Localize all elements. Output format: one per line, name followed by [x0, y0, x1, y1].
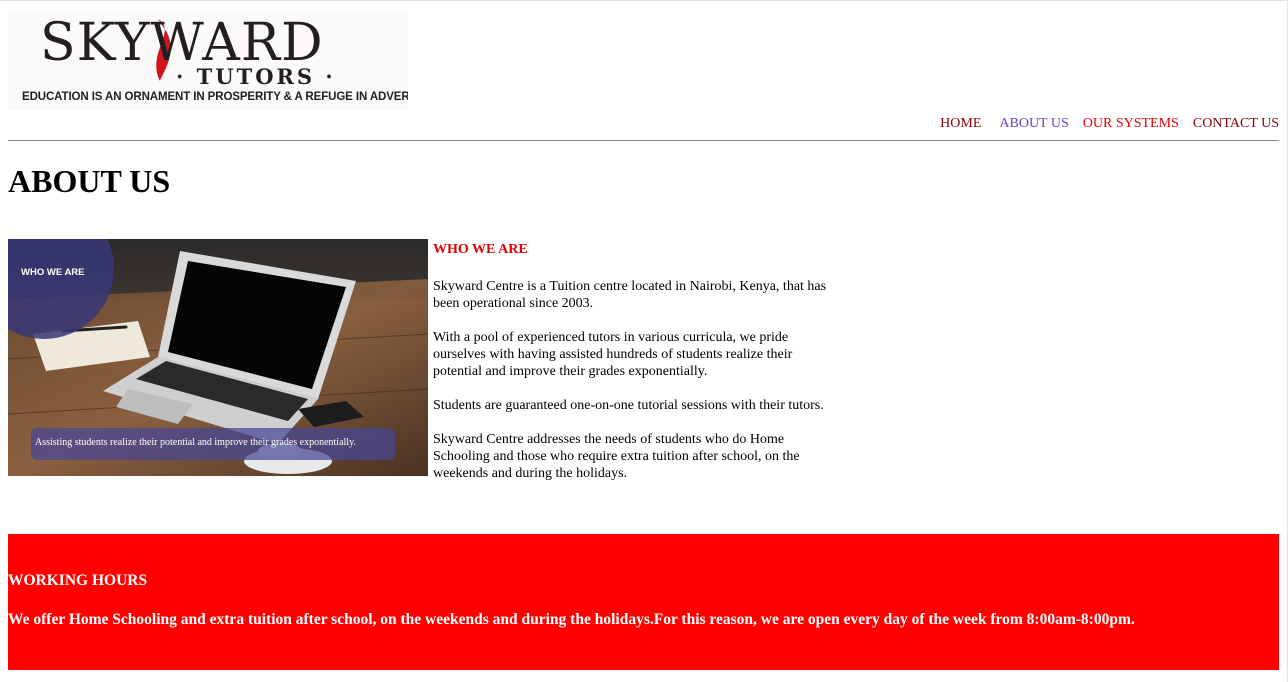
nav-contact-link[interactable]: CONTACT US — [1193, 115, 1279, 133]
about-paragraph: Students are guaranteed one-on-one tutor… — [433, 398, 824, 413]
nav-about-link[interactable]: ABOUT US — [999, 115, 1068, 133]
header-divider — [8, 140, 1279, 141]
top-border — [0, 0, 1288, 1]
about-paragraph: Skyward Centre is a Tuition centre locat… — [433, 279, 827, 311]
working-hours-text: We offer Home Schooling and extra tuitio… — [8, 611, 1135, 628]
about-heading: WHO WE ARE — [433, 242, 528, 257]
about-section: WHO WE ARE Skyward Centre is a Tuition c… — [433, 241, 863, 499]
working-hours-heading: WORKING HOURS — [8, 572, 148, 589]
site-logo[interactable]: SKYWARD · TUTORS · EDUCATION IS AN ORNAM… — [8, 11, 408, 110]
nav-home-link[interactable]: HOME — [940, 115, 981, 133]
page-title: ABOUT US — [8, 163, 171, 199]
about-photo: WHO WE ARE Assisting students realize th… — [8, 239, 428, 476]
logo-brand-name: SKYWARD — [40, 13, 324, 73]
about-paragraph: Skyward Centre addresses the needs of st… — [433, 432, 800, 481]
logo-brand-subtitle: · TUTORS · — [176, 64, 336, 89]
about-paragraph: With a pool of experienced tutors in var… — [433, 330, 793, 379]
working-hours-banner: WORKING HOURS We offer Home Schooling an… — [8, 534, 1279, 670]
nav-systems-link[interactable]: OUR SYSTEMS — [1083, 115, 1179, 133]
logo-motto: EDUCATION IS AN ORNAMENT IN PROSPERITY &… — [22, 91, 408, 103]
badge-label: WHO WE ARE — [21, 267, 85, 278]
photo-caption-text: Assisting students realize their potenti… — [35, 437, 356, 448]
main-nav: HOME ABOUT US OUR SYSTEMS CONTACT US — [940, 115, 1279, 133]
photo-caption: Assisting students realize their potenti… — [31, 428, 395, 460]
